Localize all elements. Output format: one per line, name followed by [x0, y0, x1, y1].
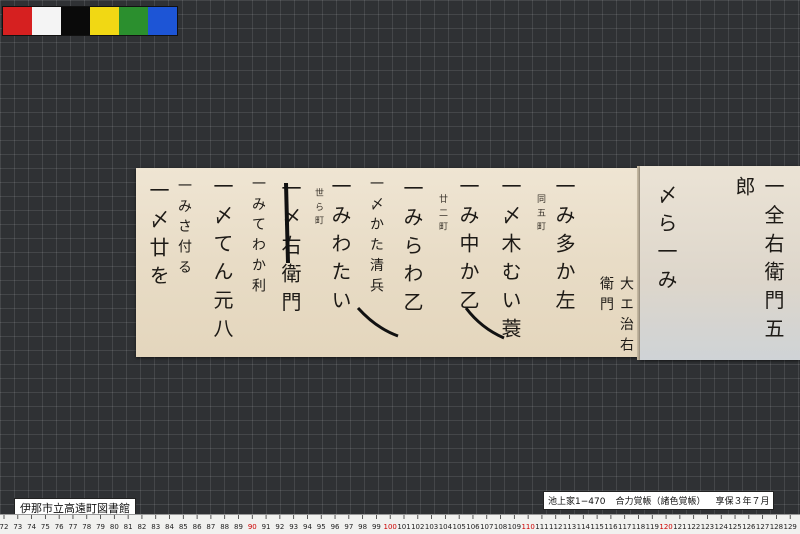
ruler-number: 79: [96, 523, 105, 531]
ruler-number: 102: [411, 523, 424, 531]
ruler-number: 101: [397, 523, 410, 531]
ruler-number: 92: [275, 523, 284, 531]
swatch-yellow: [90, 7, 119, 35]
ruler-number: 98: [358, 523, 367, 531]
ruler-number: 127: [756, 523, 769, 531]
ruler-number: 88: [220, 523, 229, 531]
ruler-number: 125: [728, 523, 741, 531]
ruler-number: 90: [248, 523, 257, 531]
color-calibration-chart: [2, 6, 178, 36]
manuscript-column: 一 全 右 衛 門 五 郎: [732, 176, 785, 339]
ruler-number: 103: [425, 523, 438, 531]
swatch-white: [32, 7, 61, 35]
ruler-number: 85: [179, 523, 188, 531]
ruler-number: 80: [110, 523, 119, 531]
manuscript-column: 〆 ら 一 み: [654, 184, 678, 291]
ruler-number: 106: [466, 523, 480, 531]
ruler-number: 94: [303, 523, 312, 531]
document-id: 池上家1−470: [548, 497, 606, 507]
ruler-number: 77: [69, 523, 78, 531]
ruler-number: 86: [193, 523, 202, 531]
ruler-number: 104: [439, 523, 453, 531]
ruler-ticks: 72 73 74 75 76 77 78 79 80 81 82 83 84 85 86 87 88 89 90 91…: [0, 515, 797, 531]
ruler-number: 115: [590, 523, 603, 531]
ruler-number: 116: [604, 523, 618, 531]
ruler-number: 72: [0, 523, 8, 531]
ruler-number: 73: [13, 523, 22, 531]
swatch-black: [61, 7, 90, 35]
ruler-number: 78: [82, 523, 91, 531]
ruler-number: 122: [687, 523, 700, 531]
ruler-number: 119: [646, 523, 659, 531]
ruler-number: 107: [480, 523, 493, 531]
ruler-number: 99: [372, 523, 381, 531]
ruler-number: 89: [234, 523, 243, 531]
ruler-number: 100: [384, 523, 397, 531]
document-title: 合力覚帳（諸色覚帳）: [615, 497, 706, 507]
ruler-number: 93: [289, 523, 298, 531]
ruler-number: 121: [673, 523, 686, 531]
ruler-number: 75: [41, 523, 50, 531]
ruler-number: 120: [659, 523, 672, 531]
manuscript-page-right: 〆 ら 一 み 一 全 右 衛 門 五 郎: [640, 166, 800, 360]
swatch-blue: [148, 7, 177, 35]
measuring-ruler: 72 73 74 75 76 77 78 79 80 81 82 83 84 85 86 87 88 89 90 91…: [0, 514, 800, 534]
ruler-number: 87: [206, 523, 215, 531]
ruler-number: 112: [549, 523, 562, 531]
ruler-number: 117: [618, 523, 631, 531]
swatch-red: [3, 7, 32, 35]
ruler-number: 111: [535, 523, 548, 531]
manuscript-page-left: 一 〆 廿 を 一 み さ 付 る 一 〆 て ん 元 八 一 み て わ か …: [136, 168, 638, 357]
ruler-number: 84: [165, 523, 174, 531]
ruler-number: 110: [521, 523, 534, 531]
ruler-number: 74: [27, 523, 36, 531]
ruler-number: 96: [331, 523, 340, 531]
ruler-number: 128: [770, 523, 783, 531]
ruler-number: 97: [344, 523, 353, 531]
document-label: 池上家1−470 合力覚帳（諸色覚帳） 享保３年７月: [543, 491, 775, 510]
ruler-number: 83: [151, 523, 160, 531]
ink-strokes: [284, 182, 505, 340]
ruler-number: 82: [137, 523, 146, 531]
ruler-number: 105: [452, 523, 465, 531]
ruler-number: 109: [508, 523, 521, 531]
ruler-number: 91: [262, 523, 271, 531]
ruler-number: 108: [494, 523, 507, 531]
ruler-number: 114: [577, 523, 591, 531]
ruler-number: 95: [317, 523, 326, 531]
ruler-number: 76: [55, 523, 64, 531]
ruler-number: 126: [742, 523, 756, 531]
ruler-number: 113: [563, 523, 576, 531]
ruler-number: 124: [715, 523, 729, 531]
ruler-number: 81: [124, 523, 133, 531]
swatch-green: [119, 7, 148, 35]
ruler-number: 129: [784, 523, 797, 531]
document-date: 享保３年７月: [715, 497, 770, 507]
ruler-number: 118: [632, 523, 645, 531]
ruler-number: 123: [701, 523, 714, 531]
